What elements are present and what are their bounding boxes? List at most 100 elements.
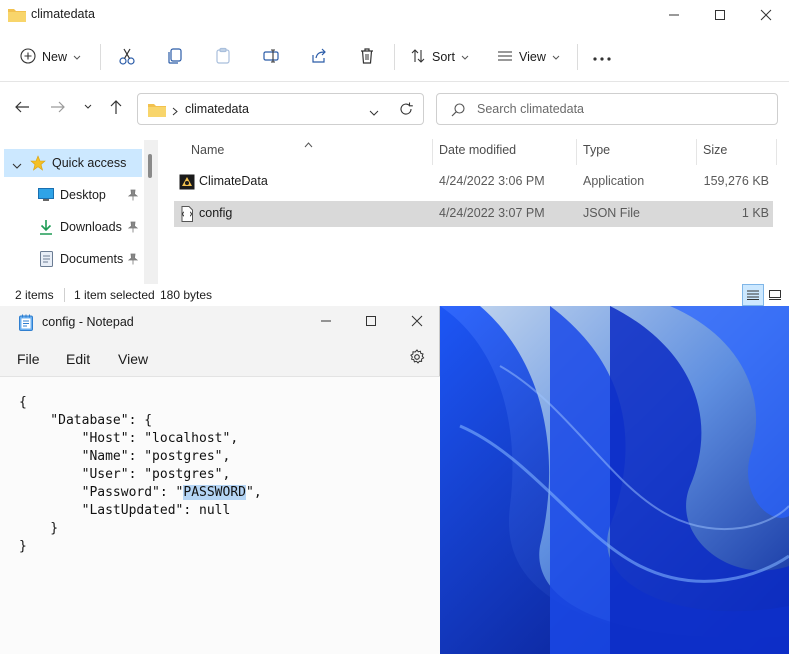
menu-view[interactable]: View [118, 351, 148, 367]
column-divider[interactable] [432, 139, 433, 165]
code-line: "LastUpdated": null [19, 503, 231, 518]
view-button[interactable]: View [497, 41, 560, 73]
gear-icon[interactable] [409, 349, 425, 368]
share-icon [310, 47, 328, 68]
column-header-date[interactable]: Date modified [439, 143, 516, 157]
selection-info: 1 item selected [74, 288, 155, 302]
new-button[interactable]: New [20, 41, 81, 73]
command-bar: New Sort View [0, 30, 789, 82]
search-icon [451, 103, 465, 120]
code-line: { [19, 395, 27, 410]
nav-scrollbar[interactable] [144, 140, 158, 284]
pin-icon[interactable] [127, 221, 139, 236]
address-row: climatedata Search climatedata [0, 83, 789, 135]
maximize-button[interactable] [348, 306, 394, 336]
sort-button[interactable]: Sort [410, 41, 469, 73]
menu-file[interactable]: File [17, 351, 40, 367]
chevron-down-icon[interactable] [369, 106, 379, 120]
divider [577, 44, 578, 70]
file-size: 1 KB [741, 206, 769, 220]
chevron-right-icon [172, 105, 178, 119]
file-type: Application [583, 174, 645, 188]
pin-icon[interactable] [127, 189, 139, 204]
folder-icon [8, 7, 26, 25]
forward-button[interactable] [48, 97, 68, 117]
notepad-text-area[interactable]: { "Database": { "Host": "localhost", "Na… [0, 376, 440, 654]
view-list-icon [497, 48, 513, 67]
details-view-button[interactable] [742, 284, 764, 306]
column-header-size[interactable]: Size [703, 143, 727, 157]
chevron-down-icon [461, 50, 469, 64]
column-divider[interactable] [776, 139, 777, 165]
view-label: View [519, 50, 546, 64]
minimize-button[interactable] [651, 0, 697, 30]
nav-item-documents[interactable]: Documents [4, 245, 142, 273]
search-input[interactable]: Search climatedata [436, 93, 778, 125]
code-line: "Host": "localhost", [19, 431, 239, 446]
rename-button[interactable] [262, 41, 280, 73]
plus-circle-icon [20, 47, 36, 67]
refresh-icon[interactable] [399, 102, 413, 119]
json-file-icon [179, 206, 195, 225]
large-icons-view-button[interactable] [764, 284, 786, 306]
desktop-wallpaper [440, 306, 789, 654]
cut-button[interactable] [118, 41, 136, 73]
notepad-icon [19, 314, 33, 334]
nav-item-desktop[interactable]: Desktop [4, 181, 142, 209]
more-options-button[interactable] [593, 41, 611, 73]
nav-label: Documents [60, 252, 124, 266]
back-button[interactable] [12, 97, 32, 117]
notepad-content: { "Database": { "Host": "localhost", "Na… [19, 394, 262, 556]
sort-label: Sort [432, 50, 455, 64]
code-line: "Name": "postgres", [19, 449, 231, 464]
file-row[interactable]: ClimateData 4/24/2022 3:06 PM Applicatio… [174, 169, 773, 195]
paste-button[interactable] [214, 41, 232, 73]
sort-indicator-icon [304, 137, 313, 151]
code-line: "Password": "PASSWORD", [19, 484, 262, 502]
file-row[interactable]: config 4/24/2022 3:07 PM JSON File 1 KB [174, 201, 773, 227]
file-date: 4/24/2022 3:07 PM [439, 206, 545, 220]
notepad-menubar: File Edit View [0, 342, 440, 374]
chevron-down-icon [73, 50, 81, 64]
file-list: Name Date modified Type Size ClimateData… [162, 135, 789, 285]
copy-icon [166, 47, 184, 68]
file-size: 159,276 KB [703, 174, 769, 188]
minimize-button[interactable] [303, 306, 349, 336]
notepad-title: config - Notepad [42, 315, 134, 329]
window-title: climatedata [31, 7, 95, 21]
column-divider[interactable] [696, 139, 697, 165]
column-divider[interactable] [576, 139, 577, 165]
maximize-button[interactable] [697, 0, 743, 30]
nav-item-downloads[interactable]: Downloads [4, 213, 142, 241]
column-header-name[interactable]: Name [191, 143, 224, 157]
code-line: } [19, 539, 27, 554]
navigation-pane: Quick access Desktop Downloads Documents [0, 140, 158, 284]
trash-icon [358, 47, 376, 68]
close-button[interactable] [743, 0, 789, 30]
file-type: JSON File [583, 206, 640, 220]
recent-locations-button[interactable] [78, 97, 98, 117]
copy-button[interactable] [166, 41, 184, 73]
search-placeholder: Search climatedata [477, 102, 585, 116]
new-label: New [42, 50, 68, 64]
divider [394, 44, 395, 70]
more-horizontal-icon [593, 50, 611, 64]
chevron-down-icon[interactable] [12, 159, 22, 173]
address-path: climatedata [185, 102, 249, 116]
code-line: } [19, 521, 59, 536]
sort-icon [410, 48, 426, 67]
rename-icon [262, 47, 280, 68]
scissors-icon [118, 47, 136, 68]
address-bar[interactable]: climatedata [137, 93, 424, 125]
up-button[interactable] [106, 97, 126, 117]
pin-icon[interactable] [127, 253, 139, 268]
menu-edit[interactable]: Edit [66, 351, 90, 367]
share-button[interactable] [310, 41, 328, 73]
delete-button[interactable] [358, 41, 376, 73]
close-button[interactable] [394, 306, 440, 336]
item-count: 2 items [15, 288, 54, 302]
scrollbar-thumb[interactable] [148, 154, 152, 178]
column-header-type[interactable]: Type [583, 143, 610, 157]
nav-item-quick-access[interactable]: Quick access [4, 149, 142, 177]
download-icon [39, 219, 53, 238]
